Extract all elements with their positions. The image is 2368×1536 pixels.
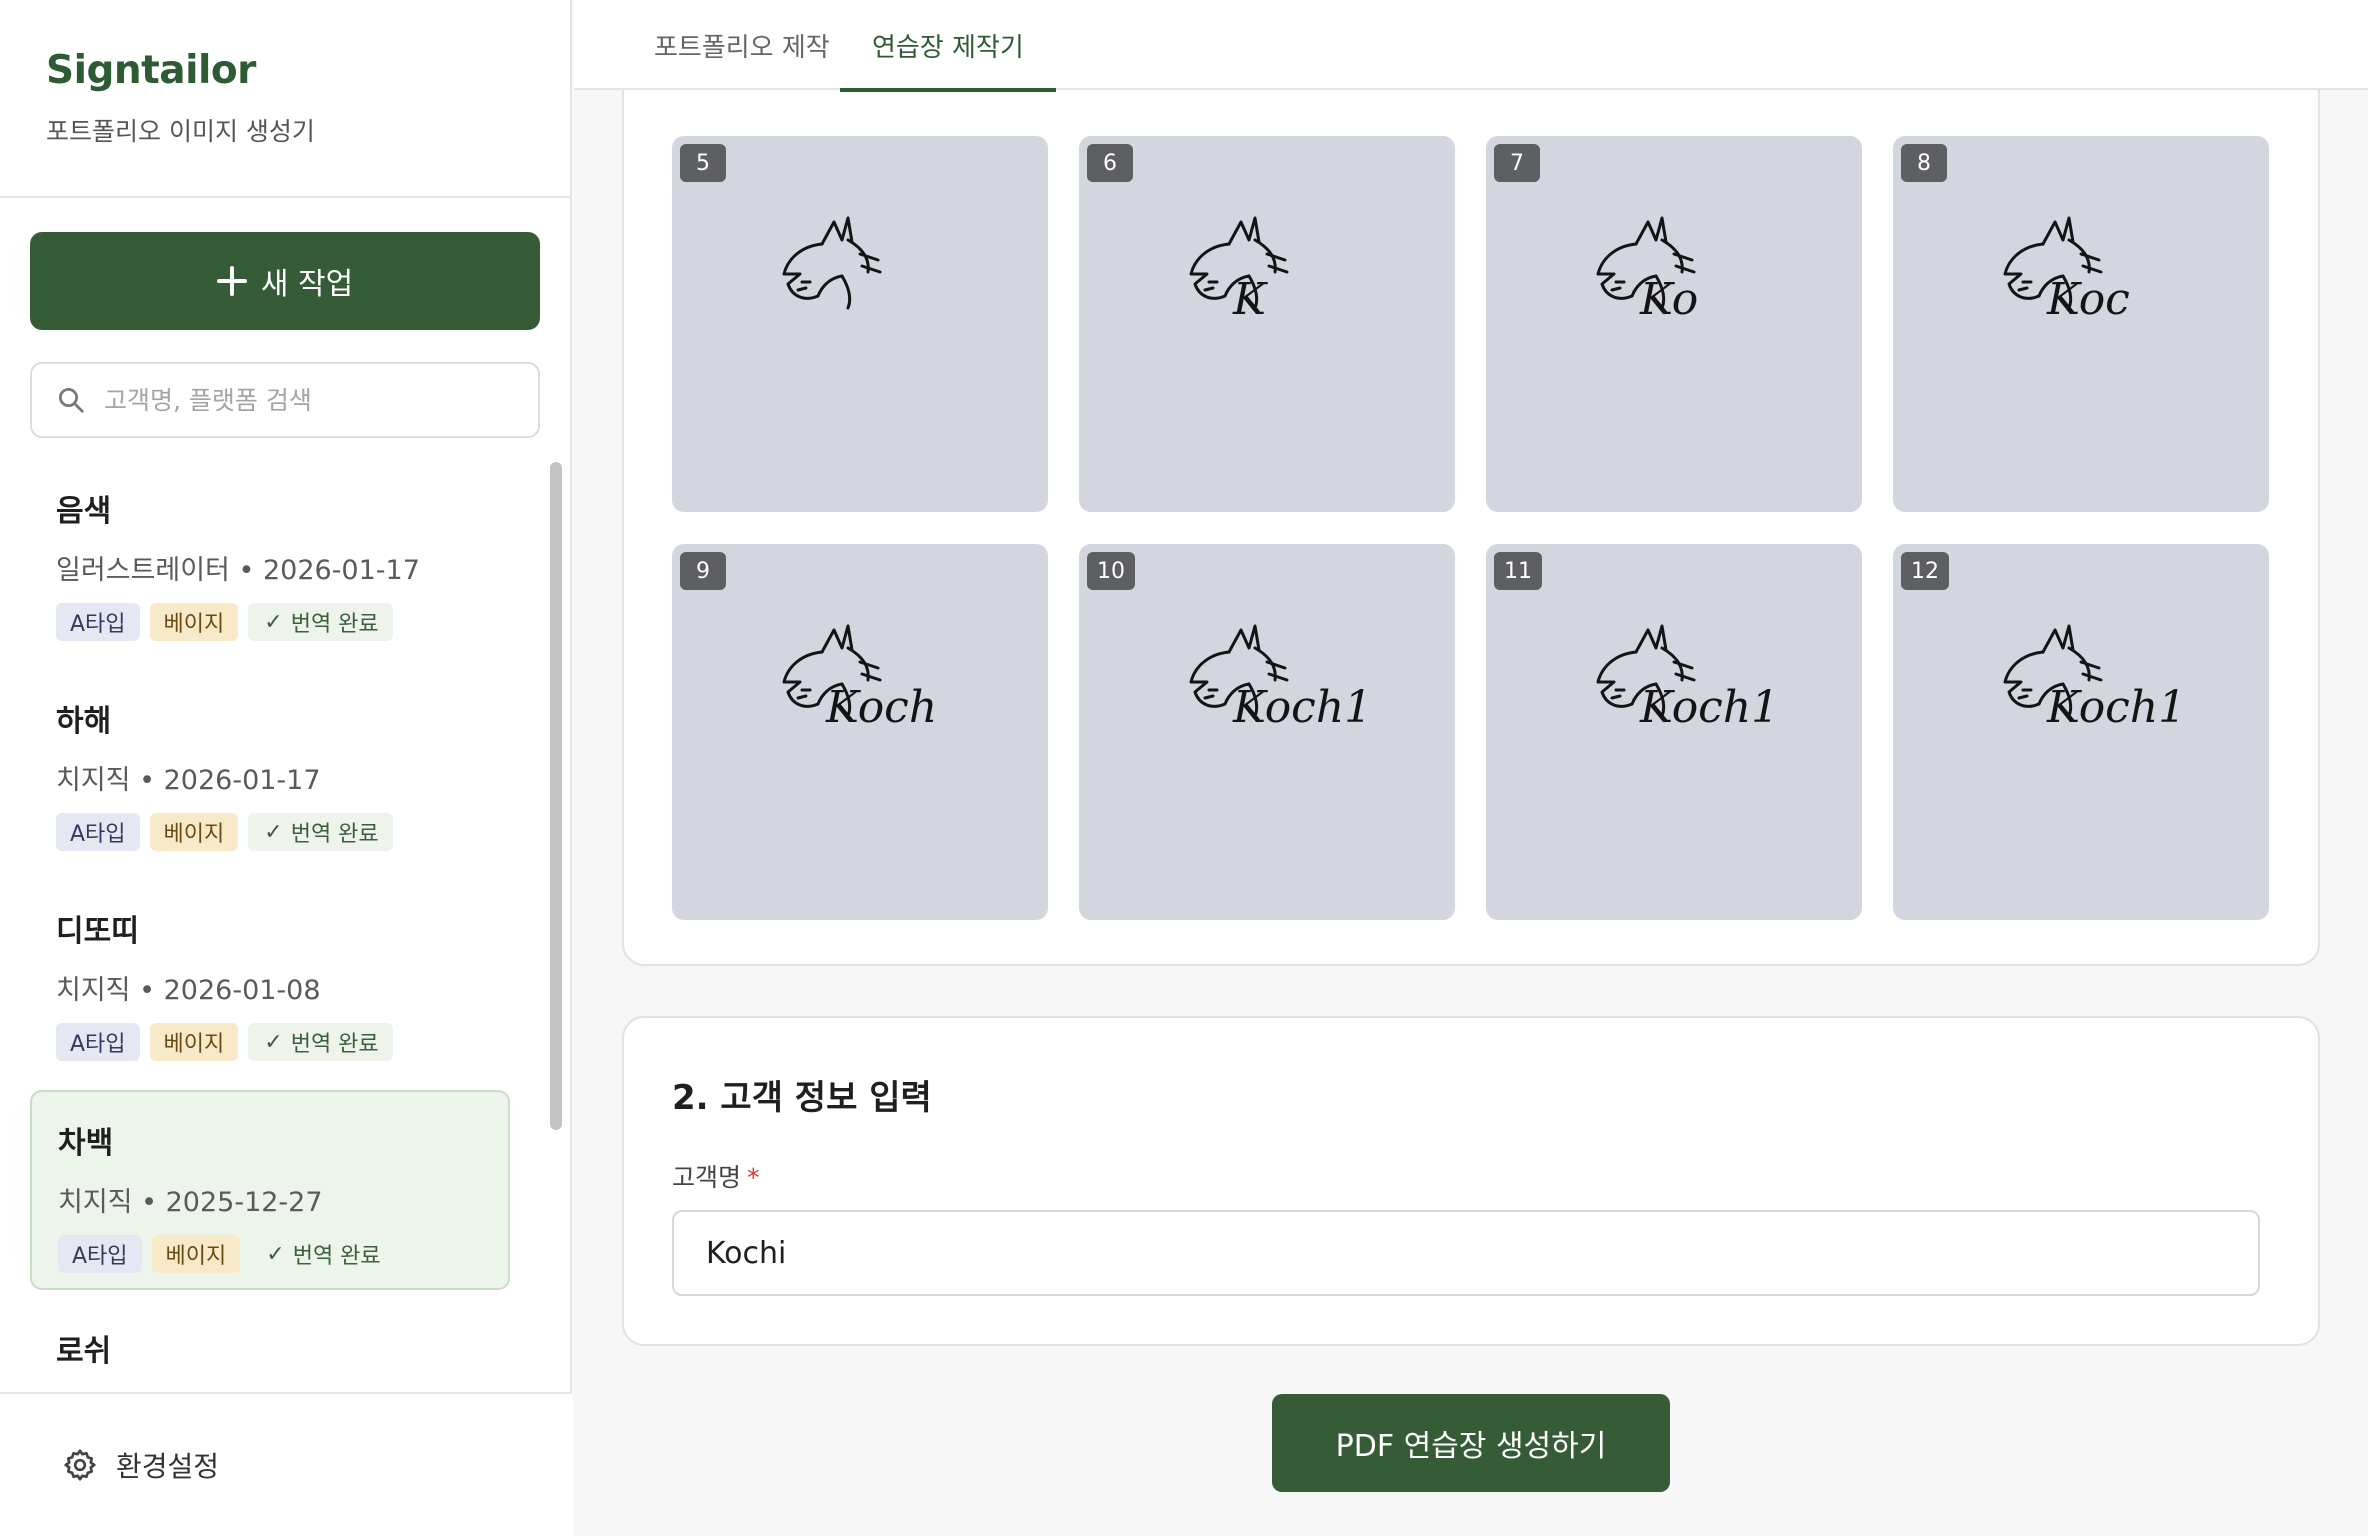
item-meta: 치지직 • 2025-12-27 bbox=[58, 1187, 323, 1218]
check-icon: ✓ bbox=[264, 1029, 283, 1055]
status-badge: ✓ 번역 완료 bbox=[248, 603, 393, 641]
check-icon: ✓ bbox=[264, 819, 283, 845]
field-label-text: 고객명 bbox=[672, 1163, 742, 1192]
item-tags: A타입 베이지 ✓ 번역 완료 bbox=[56, 1023, 484, 1061]
signature-image: Koch bbox=[782, 624, 937, 733]
generate-pdf-button[interactable]: PDF 연습장 생성하기 bbox=[1272, 1394, 1670, 1492]
item-name: 로쉬 bbox=[56, 1334, 112, 1369]
svg-text:Koc: Koc bbox=[2046, 274, 2130, 325]
section-title: 2. 고객 정보 입력 bbox=[672, 1078, 932, 1118]
svg-text:Ko: Ko bbox=[1639, 274, 1698, 325]
step-number-badge: 9 bbox=[680, 552, 726, 590]
svg-text:Koch1: Koch1 bbox=[1232, 682, 1372, 733]
app-subtitle: 포트폴리오 이미지 생성기 bbox=[46, 117, 315, 146]
signature-image: Koch1 bbox=[2003, 624, 2186, 733]
step-number-badge: 7 bbox=[1494, 144, 1540, 182]
app-brand: Signtailor bbox=[46, 48, 256, 93]
item-name: 음색 bbox=[56, 494, 112, 529]
color-tag: 베이지 bbox=[151, 1235, 241, 1273]
svg-text:Koch1: Koch1 bbox=[2046, 682, 2186, 733]
status-badge: ✓ 번역 완료 bbox=[248, 1023, 393, 1061]
settings-button[interactable]: 환경설정 bbox=[0, 1392, 572, 1536]
signature-image: Koch1 bbox=[1189, 624, 1372, 733]
sidebar: Signtailor 포트폴리오 이미지 생성기 새 작업 음색 일러스트레이터… bbox=[0, 0, 572, 1536]
step-number-badge: 11 bbox=[1494, 552, 1542, 590]
step-number-badge: 12 bbox=[1901, 552, 1949, 590]
item-tags: A타입 베이지 ✓ 번역 완료 bbox=[58, 1235, 482, 1273]
item-tags: A타입 베이지 ✓ 번역 완료 bbox=[56, 603, 484, 641]
list-item[interactable]: 하해 치지직 • 2026-01-17 A타입 베이지 ✓ 번역 완료 bbox=[30, 670, 510, 870]
status-label: 번역 완료 bbox=[292, 1244, 381, 1269]
gear-icon bbox=[64, 1449, 96, 1481]
sidebar-divider bbox=[0, 196, 572, 198]
search-icon bbox=[59, 388, 84, 413]
list-item-selected[interactable]: 차백 치지직 • 2025-12-27 A타입 베이지 ✓ 번역 완료 bbox=[30, 1090, 510, 1290]
customer-name-label: 고객명 * bbox=[672, 1158, 760, 1194]
step-tile[interactable]: Koch1 12 bbox=[1893, 544, 2269, 920]
check-icon: ✓ bbox=[264, 609, 283, 635]
list-item[interactable]: 음색 일러스트레이터 • 2026-01-17 A타입 베이지 ✓ 번역 완료 bbox=[30, 460, 510, 660]
required-mark: * bbox=[747, 1163, 760, 1192]
step-tile[interactable]: Koch1 10 bbox=[1079, 544, 1455, 920]
signature-image: Koch1 bbox=[1596, 624, 1779, 733]
step-tile[interactable]: Koch 9 bbox=[672, 544, 1048, 920]
signature-image bbox=[782, 216, 882, 310]
item-name: 하해 bbox=[56, 704, 112, 739]
step-tile[interactable]: 5 bbox=[672, 136, 1048, 512]
item-name: 차백 bbox=[58, 1126, 114, 1161]
check-icon: ✓ bbox=[266, 1241, 285, 1267]
svg-text:Koch1: Koch1 bbox=[1639, 682, 1779, 733]
tab-portfolio[interactable]: 포트폴리오 제작 bbox=[654, 0, 830, 90]
main-panel: 포트폴리오 제작 연습장 제작기 5 K 6 Ko 7 Koc 8 Koch 9 bbox=[574, 0, 2368, 1536]
color-tag: 베이지 bbox=[149, 603, 239, 641]
step-tile[interactable]: Ko 7 bbox=[1486, 136, 1862, 512]
item-tags: A타입 베이지 ✓ 번역 완료 bbox=[56, 813, 484, 851]
svg-text:K: K bbox=[1232, 274, 1268, 325]
item-meta: 치지직 • 2026-01-08 bbox=[56, 975, 321, 1006]
color-tag: 베이지 bbox=[149, 813, 239, 851]
step-number-badge: 5 bbox=[680, 144, 726, 182]
search-input[interactable] bbox=[104, 385, 504, 415]
status-label: 번역 완료 bbox=[290, 612, 379, 637]
list-item[interactable]: 디또띠 치지직 • 2026-01-08 A타입 베이지 ✓ 번역 완료 bbox=[30, 880, 510, 1080]
item-meta: 치지직 • 2026-01-17 bbox=[56, 765, 321, 796]
customer-name-input[interactable] bbox=[672, 1210, 2260, 1296]
type-tag: A타입 bbox=[56, 813, 140, 851]
signature-image: Ko bbox=[1596, 216, 1698, 325]
step-tile[interactable]: Koch1 11 bbox=[1486, 544, 1862, 920]
customer-info-card: 2. 고객 정보 입력 고객명 * bbox=[622, 1016, 2320, 1346]
step-number-badge: 8 bbox=[1901, 144, 1947, 182]
signature-image: K bbox=[1189, 216, 1289, 325]
type-tag: A타입 bbox=[56, 603, 140, 641]
step-tile[interactable]: K 6 bbox=[1079, 136, 1455, 512]
step-number-badge: 6 bbox=[1087, 144, 1133, 182]
svg-text:Koch: Koch bbox=[825, 682, 937, 733]
item-name: 디또띠 bbox=[56, 914, 139, 949]
status-badge: ✓ 번역 완료 bbox=[250, 1235, 394, 1273]
list-item[interactable]: 로쉬 bbox=[30, 1300, 510, 1392]
new-task-label: 새 작업 bbox=[260, 267, 354, 302]
sidebar-scroll-thumb[interactable] bbox=[550, 462, 562, 1130]
color-tag: 베이지 bbox=[149, 1023, 239, 1061]
plus-icon bbox=[216, 266, 247, 296]
step-number-badge: 10 bbox=[1087, 552, 1135, 590]
status-badge: ✓ 번역 완료 bbox=[248, 813, 393, 851]
tab-practice[interactable]: 연습장 제작기 bbox=[840, 0, 1056, 92]
signature-steps-card: 5 K 6 Ko 7 Koc 8 Koch 9 Koch1 10 Koch1 1… bbox=[622, 0, 2320, 966]
settings-label: 환경설정 bbox=[116, 1450, 220, 1483]
item-meta: 일러스트레이터 • 2026-01-17 bbox=[56, 555, 420, 586]
new-task-button[interactable]: 새 작업 bbox=[30, 232, 540, 330]
work-list: 음색 일러스트레이터 • 2026-01-17 A타입 베이지 ✓ 번역 완료 하… bbox=[0, 460, 572, 1392]
tab-bar: 포트폴리오 제작 연습장 제작기 bbox=[574, 0, 2368, 92]
signature-image: Koc bbox=[2003, 216, 2130, 325]
step-tile[interactable]: Koc 8 bbox=[1893, 136, 2269, 512]
status-label: 번역 완료 bbox=[290, 822, 379, 847]
search-box[interactable] bbox=[30, 362, 540, 438]
type-tag: A타입 bbox=[58, 1235, 142, 1273]
status-label: 번역 완료 bbox=[290, 1032, 379, 1057]
type-tag: A타입 bbox=[56, 1023, 140, 1061]
